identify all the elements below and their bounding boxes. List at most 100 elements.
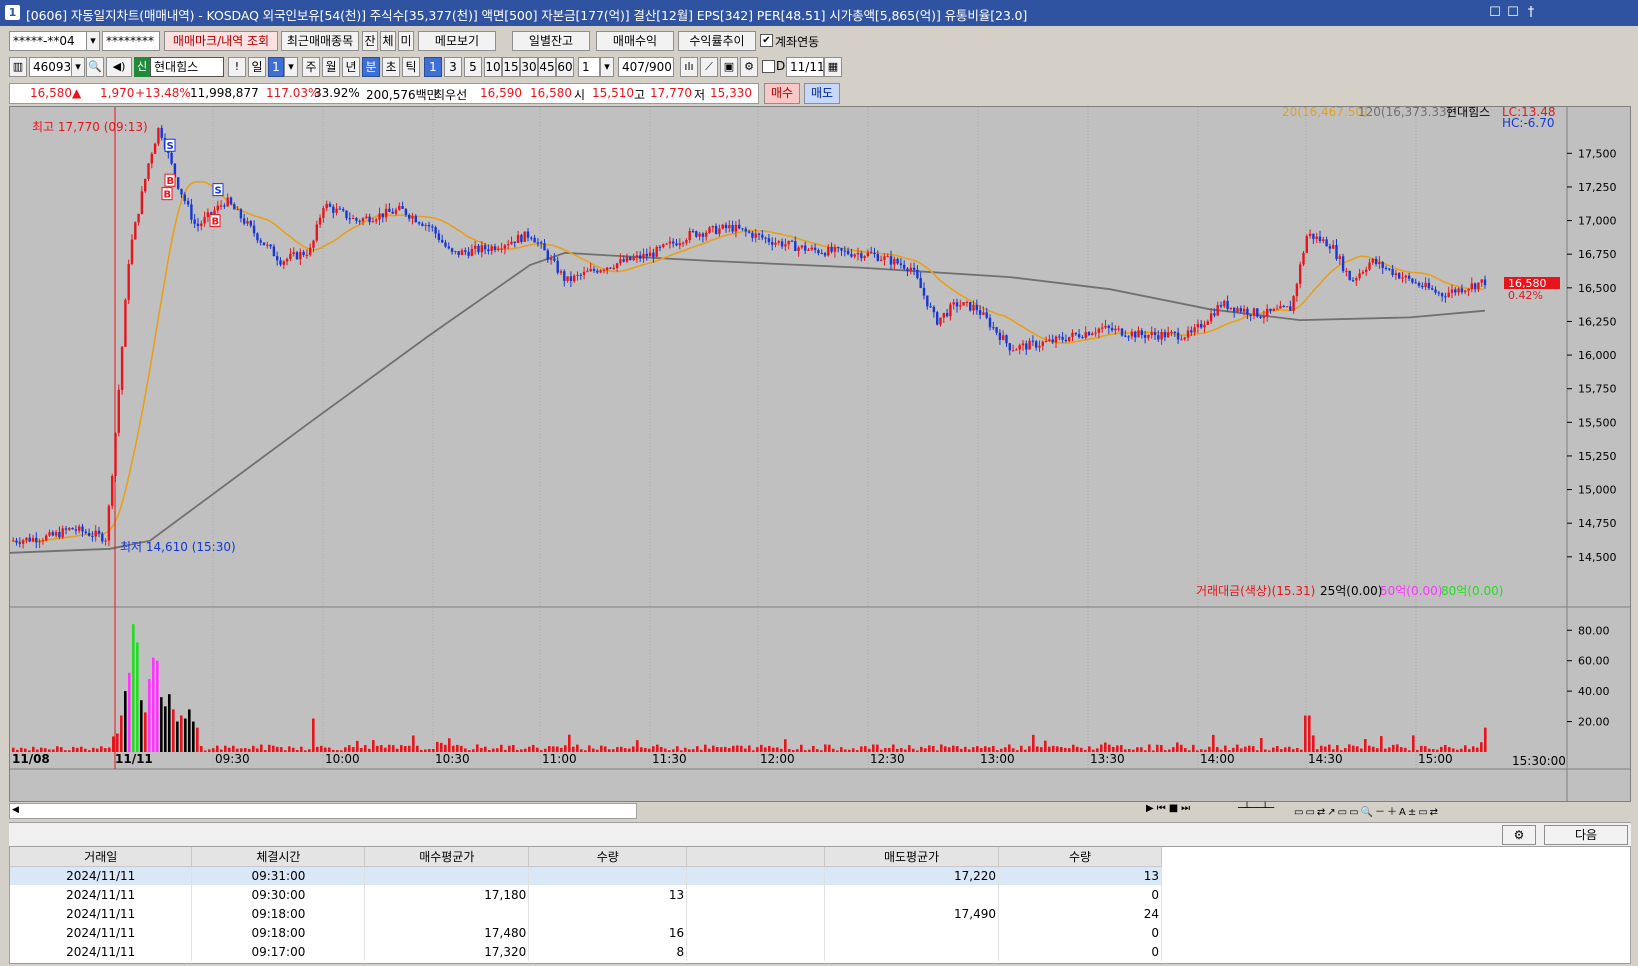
candle-body bbox=[1305, 235, 1308, 253]
volume-bar bbox=[704, 744, 707, 752]
stock-code-input[interactable]: 460930 bbox=[29, 57, 73, 77]
chart-panel[interactable]: 17,500 17,250 17,000 16,750 16,500 16,250 16,0… bbox=[9, 106, 1631, 802]
candle-body bbox=[193, 219, 196, 224]
memo-button[interactable]: 메모보기 bbox=[418, 31, 496, 51]
chevron-down-icon[interactable]: ▾ bbox=[600, 57, 614, 77]
calendar-icon[interactable]: ▦ bbox=[824, 57, 842, 77]
col-buy-qty[interactable]: 수량 bbox=[528, 847, 688, 867]
candle-body bbox=[111, 476, 114, 506]
tab-mi[interactable]: 미 bbox=[398, 31, 414, 51]
zoom-slider[interactable]: ─┴──┴─ bbox=[1238, 803, 1288, 819]
table-row[interactable]: 2024/11/11 09:17:00 17,320 8 0 bbox=[10, 942, 1162, 961]
copy-window-icon[interactable]: ☐ bbox=[1504, 4, 1522, 22]
candle-body bbox=[949, 304, 952, 317]
count-field[interactable]: 1 bbox=[578, 57, 600, 77]
volume-bar bbox=[864, 746, 867, 752]
candle-body bbox=[325, 203, 328, 209]
playback-controls[interactable]: ▶⏮■⏭ bbox=[1146, 803, 1232, 819]
speaker-icon[interactable]: ◀) bbox=[106, 57, 132, 77]
password-field[interactable]: ******** bbox=[102, 31, 160, 51]
draw-line-icon[interactable]: ⟋ bbox=[700, 57, 718, 77]
col-sell-qty[interactable]: 수량 bbox=[998, 847, 1162, 867]
volume-bar bbox=[444, 744, 447, 752]
chart-svg[interactable]: 17,500 17,250 17,000 16,750 16,500 16,250 16,0… bbox=[10, 107, 1630, 801]
pin-icon[interactable]: † bbox=[1522, 4, 1540, 22]
candle-body bbox=[272, 246, 276, 257]
volume-bar bbox=[928, 745, 931, 752]
month-button[interactable]: 월 bbox=[322, 57, 340, 77]
trade-mark-query-button[interactable]: 매매마크/내역 조회 bbox=[164, 31, 278, 51]
best-bid: 16,580 bbox=[530, 86, 572, 100]
interval-60-button[interactable]: 60 bbox=[556, 57, 574, 77]
col-exec-time[interactable]: 체결시간 bbox=[191, 847, 366, 867]
col-trade-date[interactable]: 거래일 bbox=[10, 847, 193, 867]
candle-body bbox=[424, 224, 427, 226]
account-select[interactable]: *****-**04 bbox=[9, 31, 89, 51]
minute-button[interactable]: 분 bbox=[362, 57, 380, 77]
volume-bar bbox=[1364, 739, 1367, 752]
period-day-button[interactable]: 일 bbox=[248, 57, 266, 77]
restore-icon[interactable]: ☐ bbox=[1486, 4, 1504, 22]
date-field[interactable]: 11/11 bbox=[786, 57, 824, 77]
quote-amount: 200,576백만 bbox=[366, 88, 438, 102]
col-sell-avg[interactable]: 매도평균가 bbox=[824, 847, 1000, 867]
interval-5-button[interactable]: 5 bbox=[464, 57, 482, 77]
chart-tools-icons[interactable]: ▭▭⇄↗▭▭🔍－＋A±▭⇄ bbox=[1294, 803, 1628, 819]
candle-body bbox=[1143, 335, 1147, 338]
period-num-field[interactable]: 1 bbox=[268, 57, 284, 77]
candle-body bbox=[576, 274, 579, 276]
tab-che[interactable]: 체 bbox=[380, 31, 396, 51]
table-row[interactable]: 2024/11/11 09:30:00 17,180 13 0 bbox=[10, 885, 1162, 904]
scroll-left-icon[interactable]: ◀ bbox=[12, 805, 19, 815]
table-row[interactable]: 2024/11/11 09:31:00 17,220 13 bbox=[10, 866, 1162, 885]
profit-trend-button[interactable]: 수익률추이 bbox=[678, 31, 756, 51]
range-field[interactable]: 407/900 bbox=[618, 57, 674, 77]
panel-icon[interactable]: ▥ bbox=[9, 57, 27, 77]
save-icon[interactable]: ▣ bbox=[720, 57, 738, 77]
d-checkbox[interactable] bbox=[762, 60, 775, 73]
alert-button[interactable]: ! bbox=[228, 57, 246, 77]
candle-body bbox=[1299, 264, 1302, 284]
chevron-down-icon[interactable]: ▾ bbox=[71, 57, 85, 77]
chevron-down-icon[interactable]: ▾ bbox=[86, 31, 100, 51]
week-button[interactable]: 주 bbox=[302, 57, 320, 77]
col-buy-avg[interactable]: 매수평균가 bbox=[364, 847, 530, 867]
interval-30-button[interactable]: 30 bbox=[520, 57, 538, 77]
candle-icon[interactable]: ılı bbox=[680, 57, 698, 77]
tab-jan[interactable]: 잔 bbox=[362, 31, 378, 51]
volume-bar bbox=[1412, 735, 1415, 752]
chevron-down-icon[interactable]: ▾ bbox=[284, 57, 298, 77]
interval-10-button[interactable]: 10 bbox=[484, 57, 502, 77]
buy-button[interactable]: 매수 bbox=[764, 83, 800, 104]
daily-balance-button[interactable]: 일별잔고 bbox=[512, 31, 590, 51]
next-button[interactable]: 다음 bbox=[1544, 825, 1628, 845]
sell-button[interactable]: 매도 bbox=[804, 83, 840, 104]
link-account-checkbox[interactable]: ✔ bbox=[760, 34, 773, 47]
gear-icon[interactable]: ⚙ bbox=[1502, 825, 1536, 845]
candle-body bbox=[1355, 278, 1358, 281]
interval-45-button[interactable]: 45 bbox=[538, 57, 556, 77]
volume-bar bbox=[592, 748, 595, 752]
interval-3-button[interactable]: 3 bbox=[444, 57, 462, 77]
recent-trades-button[interactable]: 최근매매종목 bbox=[281, 31, 359, 51]
x-tick-label: 14:30 bbox=[1308, 752, 1343, 766]
col-blank[interactable] bbox=[686, 847, 826, 867]
gear-icon[interactable]: ⚙ bbox=[740, 57, 758, 77]
candle-body bbox=[982, 312, 985, 315]
table-row[interactable]: 2024/11/11 09:18:00 17,490 24 bbox=[10, 904, 1162, 923]
second-button[interactable]: 초 bbox=[382, 57, 400, 77]
candle-body bbox=[318, 217, 322, 225]
candle-body bbox=[856, 253, 860, 255]
interval-15-button[interactable]: 15 bbox=[502, 57, 520, 77]
year-button[interactable]: 년 bbox=[342, 57, 360, 77]
interval-1-button[interactable]: 1 bbox=[424, 57, 442, 77]
trade-profit-button[interactable]: 매매수익 bbox=[596, 31, 674, 51]
stock-name-field[interactable]: 현대힘스 bbox=[150, 57, 224, 77]
chart-scrollbar[interactable] bbox=[9, 803, 637, 819]
candle-body bbox=[252, 225, 256, 234]
candle-body bbox=[1160, 332, 1163, 340]
candle-body bbox=[711, 225, 714, 228]
search-icon[interactable]: 🔍 bbox=[86, 57, 104, 77]
table-row[interactable]: 2024/11/11 09:18:00 17,480 16 0 bbox=[10, 923, 1162, 942]
tick-button[interactable]: 틱 bbox=[402, 57, 420, 77]
